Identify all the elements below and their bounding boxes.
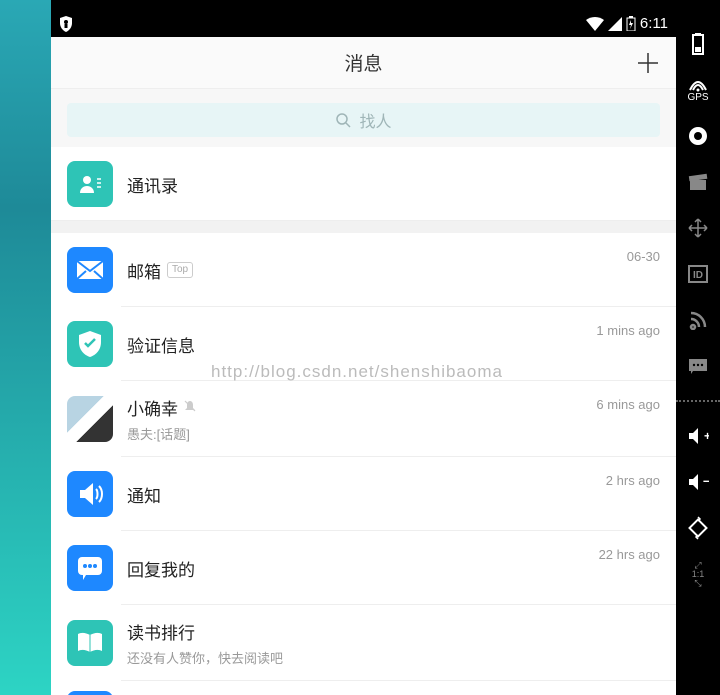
android-status-bar: 6:11 bbox=[51, 10, 676, 37]
battery-icon[interactable] bbox=[684, 30, 712, 58]
row-title: 通知 bbox=[127, 482, 161, 507]
section-gap bbox=[51, 221, 676, 233]
rotate-icon[interactable] bbox=[684, 514, 712, 542]
phone-screen: 消息 找人 通讯录 邮箱 Top bbox=[51, 37, 676, 695]
emulator-sidebar: GPS ID + – ⤢1:1⤡ bbox=[676, 0, 720, 695]
row-partial[interactable] bbox=[51, 681, 676, 695]
search-placeholder: 找人 bbox=[359, 108, 391, 132]
move-icon[interactable] bbox=[684, 214, 712, 242]
row-time: 06-30 bbox=[627, 249, 660, 264]
partial-icon bbox=[67, 691, 113, 695]
avatar-icon bbox=[67, 396, 113, 442]
svg-text:–: – bbox=[703, 473, 709, 488]
verify-icon bbox=[67, 321, 113, 367]
id-icon[interactable]: ID bbox=[684, 260, 712, 288]
row-title: 验证信息 bbox=[127, 332, 195, 357]
clapper-icon[interactable] bbox=[684, 168, 712, 196]
search-input[interactable]: 找人 bbox=[67, 103, 660, 137]
mute-icon bbox=[184, 400, 196, 415]
row-title: 通讯录 bbox=[127, 172, 178, 197]
desktop-background bbox=[0, 0, 51, 695]
row-sub: 还没有人赞你，快去阅读吧 bbox=[127, 648, 660, 667]
notify-icon bbox=[67, 471, 113, 517]
add-button[interactable] bbox=[636, 51, 660, 75]
scale-icon[interactable]: ⤢1:1⤡ bbox=[684, 560, 712, 588]
contacts-icon bbox=[67, 161, 113, 207]
book-icon bbox=[67, 620, 113, 666]
svg-text:+: + bbox=[704, 429, 709, 443]
row-reply[interactable]: 回复我的 22 hrs ago bbox=[51, 531, 676, 605]
row-sub: 愚夫:[话题] bbox=[127, 424, 596, 443]
mail-icon bbox=[67, 247, 113, 293]
header: 消息 bbox=[51, 37, 676, 89]
row-title: 回复我的 bbox=[127, 556, 195, 581]
row-time: 22 hrs ago bbox=[599, 547, 660, 562]
gps-icon[interactable]: GPS bbox=[684, 76, 712, 104]
row-contacts[interactable]: 通讯录 bbox=[51, 147, 676, 221]
row-time: 1 mins ago bbox=[596, 323, 660, 338]
message-list: 通讯录 邮箱 Top 06-30 验证信息 1 mins ago bbox=[51, 147, 676, 695]
row-notify[interactable]: 通知 2 hrs ago bbox=[51, 457, 676, 531]
rss-icon[interactable] bbox=[684, 306, 712, 334]
page-title: 消息 bbox=[344, 49, 382, 76]
row-luck[interactable]: 小确幸 愚夫:[话题] 6 mins ago bbox=[51, 381, 676, 457]
reply-icon bbox=[67, 545, 113, 591]
search-icon bbox=[335, 112, 351, 128]
rail-separator bbox=[676, 400, 720, 402]
row-reading[interactable]: 读书排行 还没有人赞你，快去阅读吧 bbox=[51, 605, 676, 681]
wifi-icon bbox=[586, 17, 604, 31]
status-time: 6:11 bbox=[640, 15, 668, 32]
top-strip bbox=[51, 0, 676, 10]
gps-label: GPS bbox=[687, 92, 708, 103]
top-tag: Top bbox=[167, 262, 193, 278]
row-verify[interactable]: 验证信息 1 mins ago bbox=[51, 307, 676, 381]
sms-icon[interactable] bbox=[684, 352, 712, 380]
signal-icon bbox=[608, 17, 622, 31]
camera-icon[interactable] bbox=[684, 122, 712, 150]
row-time: 2 hrs ago bbox=[606, 473, 660, 488]
battery-charge-icon bbox=[626, 16, 636, 31]
row-title: 邮箱 bbox=[127, 258, 161, 283]
shield-notif-icon bbox=[59, 16, 73, 32]
row-time: 6 mins ago bbox=[596, 397, 660, 412]
row-mail[interactable]: 邮箱 Top 06-30 bbox=[51, 233, 676, 307]
svg-text:ID: ID bbox=[693, 270, 703, 281]
volume-down-icon[interactable]: – bbox=[684, 468, 712, 496]
row-title: 读书排行 bbox=[127, 619, 195, 644]
volume-up-icon[interactable]: + bbox=[684, 422, 712, 450]
row-title: 小确幸 bbox=[127, 395, 178, 420]
